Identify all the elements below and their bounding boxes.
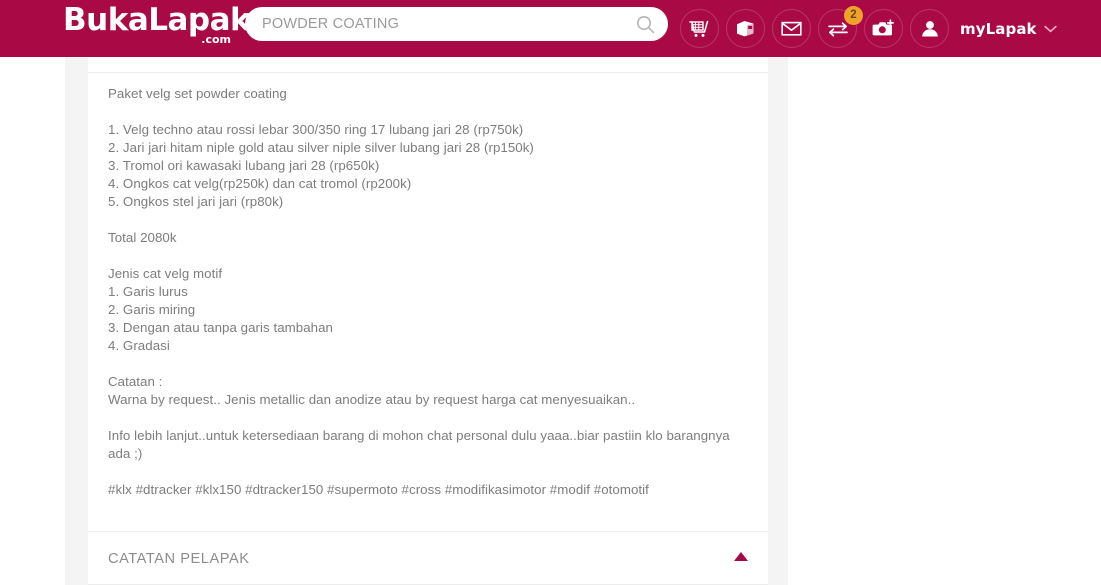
description-line: Warna by request.. Jenis metallic dan an…	[108, 392, 636, 407]
description-line: 2. Jari jari hitam niple gold atau silve…	[108, 140, 534, 155]
description-line	[108, 103, 753, 121]
site-header: BukaLapak .com POWDER COATING 2 myLapak	[0, 0, 1101, 57]
search-input[interactable]	[245, 16, 628, 32]
transaction-badge: 2	[844, 6, 863, 25]
description-line: Catatan :	[108, 374, 163, 389]
seller-note-title: CATATAN PELAPAK	[108, 550, 250, 567]
description-line: 4. Gradasi	[108, 338, 170, 353]
logo-wordmark: BukaLapak	[63, 2, 251, 38]
description-line	[108, 409, 753, 427]
page-body: Paket velg set powder coating 1. Velg tec…	[0, 57, 1101, 585]
description-line: Total 2080k	[108, 230, 177, 245]
description-line: Paket velg set powder coating	[108, 86, 287, 101]
description-line	[108, 247, 753, 265]
product-box-icon[interactable]	[726, 9, 765, 48]
header-nav-icons: 2 myLapak	[680, 0, 1057, 57]
search-icon[interactable]	[628, 7, 662, 41]
description-line: 5. Ongkos stel jari jari (rp80k)	[108, 194, 284, 209]
description-line: 1. Garis lurus	[108, 284, 188, 299]
search-bar[interactable]	[245, 7, 668, 41]
card-top-divider	[88, 72, 768, 73]
description-line: 3. Dengan atau tanpa garis tambahan	[108, 320, 334, 335]
seller-note-header[interactable]: CATATAN PELAPAK	[88, 532, 768, 585]
description-line: Info lebih lanjut..untuk ketersediaan ba…	[108, 428, 730, 461]
mylapak-menu[interactable]: myLapak	[960, 20, 1057, 38]
description-line: Jenis cat velg motif	[108, 266, 223, 281]
description-line	[108, 355, 753, 373]
description-line	[108, 211, 753, 229]
description-line: #klx #dtracker #klx150 #dtracker150 #sup…	[108, 482, 649, 497]
camera-add-icon[interactable]	[864, 9, 903, 48]
chevron-down-icon	[1043, 25, 1057, 33]
transaction-icon[interactable]: 2	[818, 6, 863, 48]
product-description-card: Paket velg set powder coating 1. Velg tec…	[88, 57, 768, 585]
description-line: 4. Ongkos cat velg(rp250k) dan cat tromo…	[108, 176, 412, 191]
collapse-triangle-icon[interactable]	[734, 552, 748, 561]
avatar-icon[interactable]	[910, 9, 949, 48]
product-description-text: Paket velg set powder coating 1. Velg tec…	[108, 85, 753, 499]
description-line	[108, 463, 753, 481]
cart-icon[interactable]	[680, 9, 719, 48]
bukalapak-logo[interactable]: BukaLapak .com	[63, 2, 251, 48]
description-line: 2. Garis miring	[108, 302, 196, 317]
envelope-icon[interactable]	[772, 9, 811, 48]
mylapak-label: myLapak	[960, 19, 1037, 38]
description-line: 3. Tromol ori kawasaki lubang jari 28 (r…	[108, 158, 380, 173]
description-line: 1. Velg techno atau rossi lebar 300/350 …	[108, 122, 524, 137]
